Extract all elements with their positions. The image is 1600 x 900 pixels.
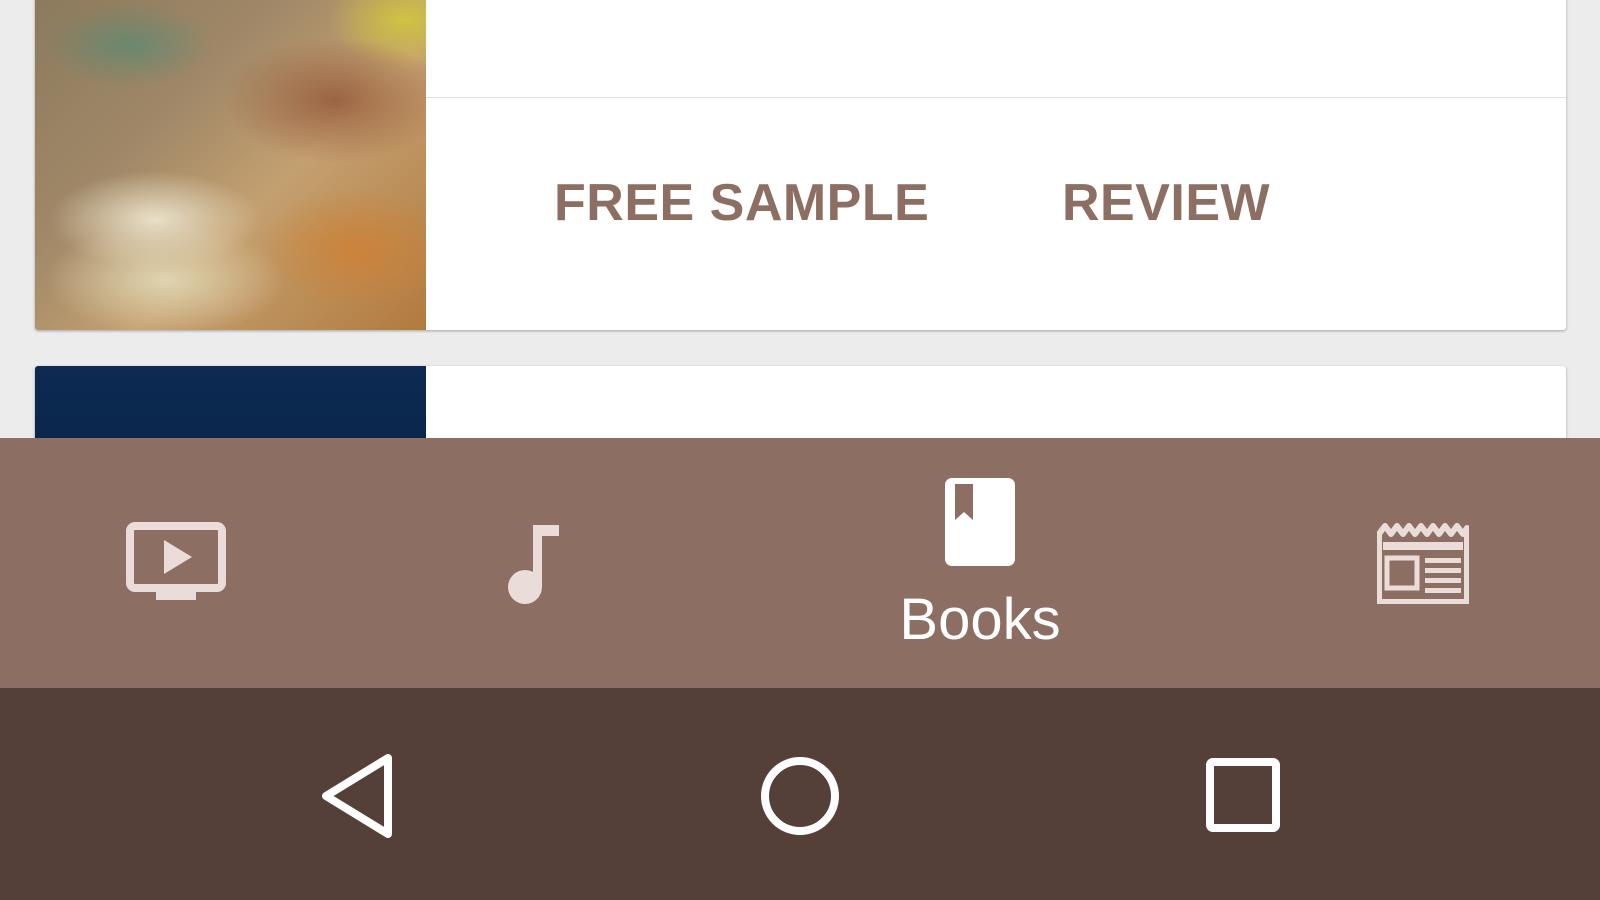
back-icon [316, 750, 400, 847]
book-card-body: FREE SAMPLE REVIEW [426, 0, 1566, 330]
newsstand-icon [1377, 522, 1469, 604]
back-button[interactable] [308, 748, 408, 848]
free-sample-button[interactable]: FREE SAMPLE [554, 173, 929, 233]
bottom-navigation: Books [0, 438, 1600, 688]
screen: FREE SAMPLE REVIEW Books [0, 0, 1600, 900]
system-navigation-bar [0, 688, 1600, 900]
recent-apps-button[interactable] [1194, 748, 1294, 848]
review-button[interactable]: REVIEW [1062, 173, 1270, 233]
nav-label-books: Books [899, 587, 1061, 652]
nav-item-books[interactable]: Books [850, 438, 1110, 688]
home-icon [758, 754, 842, 843]
nav-item-movies-tv[interactable] [76, 438, 276, 688]
book-icon [943, 476, 1017, 568]
nav-item-music[interactable] [433, 438, 633, 688]
book-cover-image[interactable] [35, 0, 426, 330]
music-note-icon [503, 521, 563, 605]
card-actions: FREE SAMPLE REVIEW [426, 98, 1566, 330]
nav-item-newsstand[interactable] [1323, 438, 1523, 688]
recent-apps-icon [1204, 756, 1284, 841]
movies-tv-icon [126, 522, 226, 604]
book-card[interactable]: FREE SAMPLE REVIEW [35, 0, 1566, 330]
home-button[interactable] [750, 748, 850, 848]
